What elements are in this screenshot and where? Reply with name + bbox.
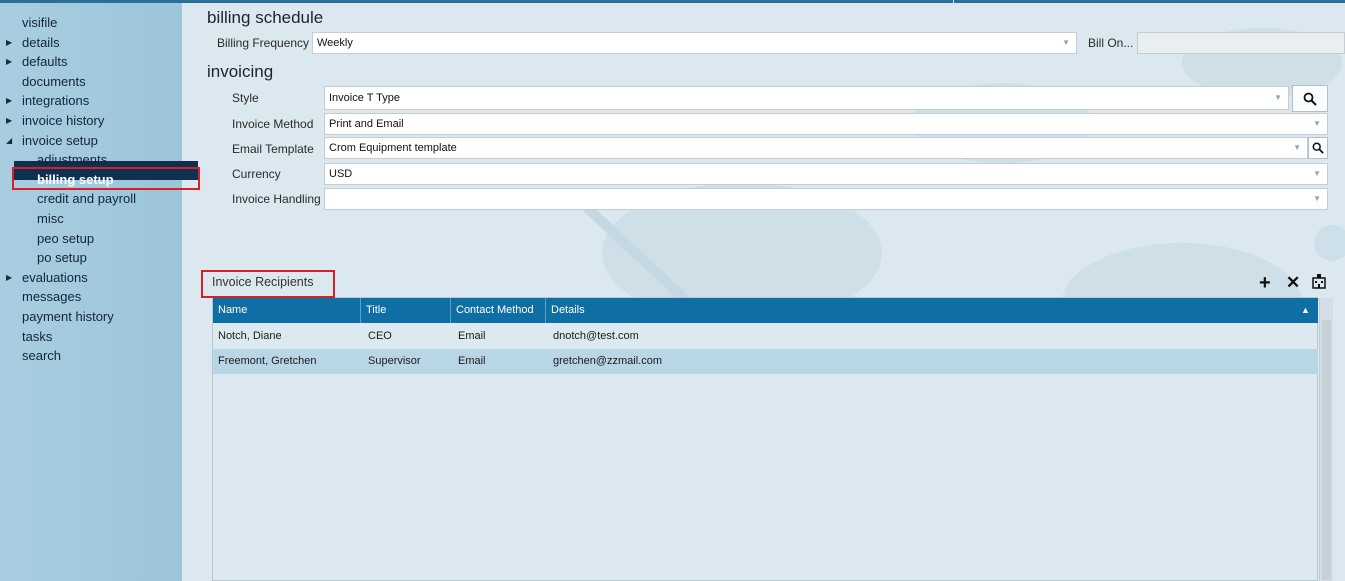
style-search-button[interactable] [1292, 85, 1328, 112]
expand-arrow-icon[interactable]: ▶ [6, 52, 12, 72]
cell-contact-method: Email [458, 330, 486, 342]
currency-select[interactable]: USD ▼ [324, 163, 1328, 185]
sidebar: visifile ▶ details ▶ defaults documents ▶ i… [0, 3, 198, 581]
sidebar-item-label: po setup [37, 250, 87, 266]
invoice-handling-label: Invoice Handling [232, 192, 321, 206]
grid-header: Name Title Contact Method Details ▲ [213, 298, 1318, 323]
expand-arrow-icon[interactable]: ▶ [6, 268, 12, 288]
cell-name: Notch, Diane [218, 330, 282, 342]
search-icon [1312, 142, 1324, 154]
collapse-arrow-icon[interactable]: ◢ [6, 131, 12, 151]
building-icon[interactable] [1311, 273, 1327, 294]
recipients-grid: Name Title Contact Method Details ▲ Notc… [212, 297, 1333, 581]
dropdown-arrow-icon: ▼ [1313, 169, 1321, 178]
sidebar-item-label: invoice setup [22, 132, 98, 148]
expand-arrow-icon[interactable]: ▶ [6, 91, 12, 111]
bill-on-label: Bill On... [1088, 36, 1134, 50]
style-value: Invoice T Type [329, 92, 400, 104]
column-header-name[interactable]: Name [213, 298, 360, 323]
email-template-search-button[interactable] [1308, 137, 1328, 159]
sidebar-item-label: misc [37, 210, 64, 226]
sidebar-item-label: documents [22, 73, 86, 89]
cell-name: Freemont, Gretchen [218, 355, 317, 367]
sidebar-item-label: messages [22, 289, 82, 305]
delete-icon[interactable]: ✕ [1286, 273, 1300, 293]
billing-schedule-title: billing schedule [207, 8, 324, 27]
sidebar-item-label: search [22, 348, 62, 364]
sidebar-item-label: credit and payroll [37, 191, 136, 207]
scrollbar-thumb[interactable] [1322, 320, 1331, 580]
column-header-title[interactable]: Title [360, 298, 450, 323]
sidebar-item-label: defaults [22, 54, 68, 70]
expand-arrow-icon[interactable]: ▶ [6, 33, 12, 53]
invoice-method-select[interactable]: Print and Email ▼ [324, 113, 1328, 135]
sidebar-item-label: details [22, 34, 60, 50]
dropdown-arrow-icon: ▼ [1293, 143, 1301, 152]
invoice-handling-select[interactable]: ▼ [324, 188, 1328, 210]
table-row[interactable]: Notch, Diane CEO Email dnotch@test.com [213, 324, 1318, 349]
sidebar-item-label: tasks [22, 328, 53, 344]
sidebar-item-invoice-history[interactable]: ▶ invoice history [0, 111, 182, 131]
sidebar-item-search[interactable]: search [0, 346, 182, 366]
column-header-details[interactable]: Details [545, 298, 1285, 323]
style-select[interactable]: Invoice T Type ▼ [324, 86, 1289, 110]
billing-frequency-label: Billing Frequency [217, 36, 310, 50]
sidebar-item-peo-setup[interactable]: peo setup [0, 229, 182, 249]
sidebar-item-label: integrations [22, 93, 90, 109]
billing-frequency-select[interactable]: Weekly ▼ [312, 32, 1077, 54]
invoicing-title: invoicing [207, 62, 274, 81]
sidebar-item-label: payment history [22, 308, 114, 324]
sidebar-item-defaults[interactable]: ▶ defaults [0, 52, 182, 72]
column-header-contact-method[interactable]: Contact Method [450, 298, 545, 323]
cell-title: CEO [368, 330, 392, 342]
grid-vertical-scrollbar[interactable] [1319, 298, 1333, 581]
billing-frequency-value: Weekly [317, 37, 353, 49]
sort-ascending-icon[interactable]: ▲ [1301, 298, 1310, 323]
table-row[interactable]: Freemont, Gretchen Supervisor Email gret… [213, 349, 1318, 374]
sidebar-item-evaluations[interactable]: ▶ evaluations [0, 268, 182, 288]
sidebar-item-label: visifile [22, 15, 58, 30]
email-template-value: Crom Equipment template [329, 142, 457, 154]
sidebar-item-invoice-setup[interactable]: ◢ invoice setup [0, 131, 182, 151]
sidebar-item-po-setup[interactable]: po setup [0, 248, 182, 268]
sidebar-item-visifile[interactable]: visifile [0, 13, 182, 33]
sidebar-item-integrations[interactable]: ▶ integrations [0, 91, 182, 111]
cell-details: dnotch@test.com [553, 330, 639, 342]
main-panel: billing schedule Billing Frequency Weekl… [182, 3, 1345, 581]
cell-title: Supervisor [368, 355, 421, 367]
email-template-label: Email Template [232, 142, 314, 156]
cell-details: gretchen@zzmail.com [553, 355, 662, 367]
currency-label: Currency [232, 167, 281, 181]
sidebar-item-details[interactable]: ▶ details [0, 33, 182, 53]
dropdown-arrow-icon: ▼ [1313, 119, 1321, 128]
invoice-recipients-highlight-box [201, 270, 335, 298]
sidebar-item-tasks[interactable]: tasks [0, 327, 182, 347]
sidebar-item-documents[interactable]: documents [0, 72, 182, 92]
sidebar-item-messages[interactable]: messages [0, 287, 182, 307]
sidebar-item-misc[interactable]: misc [0, 209, 182, 229]
sidebar-item-credit-and-payroll[interactable]: credit and payroll [0, 189, 182, 209]
expand-arrow-icon[interactable]: ▶ [6, 111, 12, 131]
dropdown-arrow-icon: ▼ [1274, 93, 1282, 102]
billing-setup-highlight-box [12, 167, 200, 190]
dropdown-arrow-icon: ▼ [1313, 194, 1321, 203]
style-label: Style [232, 91, 259, 105]
currency-value: USD [329, 168, 353, 180]
sidebar-item-label: evaluations [22, 269, 88, 285]
dropdown-arrow-icon: ▼ [1062, 38, 1070, 47]
invoice-method-label: Invoice Method [232, 117, 314, 131]
sidebar-item-payment-history[interactable]: payment history [0, 307, 182, 327]
add-icon[interactable]: + [1259, 272, 1271, 295]
sidebar-item-label: peo setup [37, 230, 95, 246]
cell-contact-method: Email [458, 355, 486, 367]
sidebar-item-label: invoice history [22, 112, 105, 128]
email-template-select[interactable]: Crom Equipment template ▼ [324, 137, 1308, 159]
search-icon [1303, 92, 1317, 106]
bill-on-field[interactable] [1137, 32, 1345, 54]
invoice-method-value: Print and Email [329, 118, 404, 130]
